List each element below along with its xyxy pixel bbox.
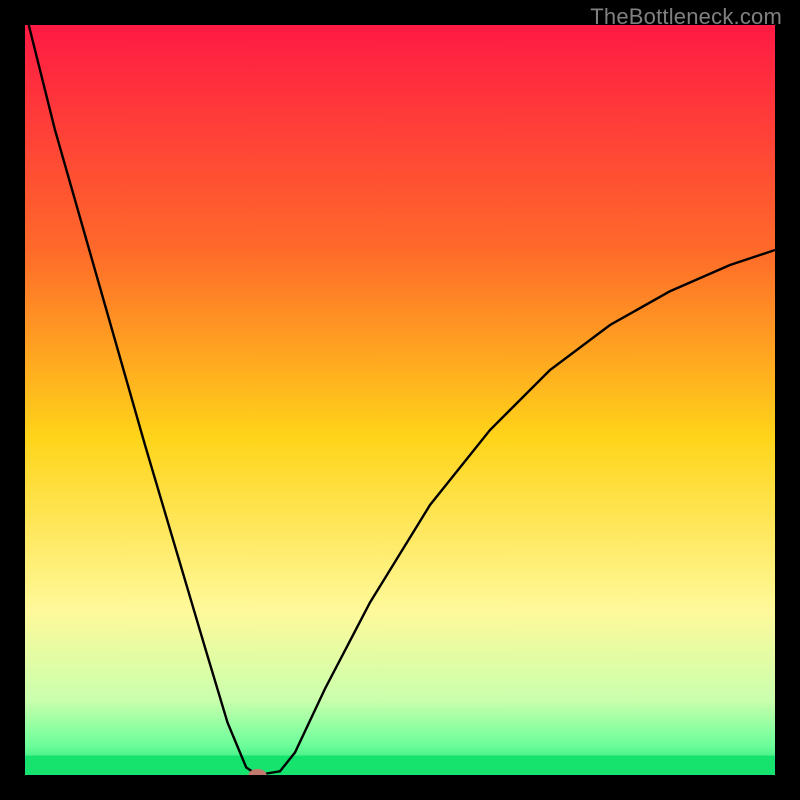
plot-area bbox=[25, 25, 775, 775]
plot-svg bbox=[25, 25, 775, 775]
gradient-background bbox=[25, 25, 775, 775]
chart-frame: TheBottleneck.com bbox=[0, 0, 800, 800]
green-floor-band bbox=[25, 756, 775, 776]
watermark-text: TheBottleneck.com bbox=[590, 4, 782, 30]
